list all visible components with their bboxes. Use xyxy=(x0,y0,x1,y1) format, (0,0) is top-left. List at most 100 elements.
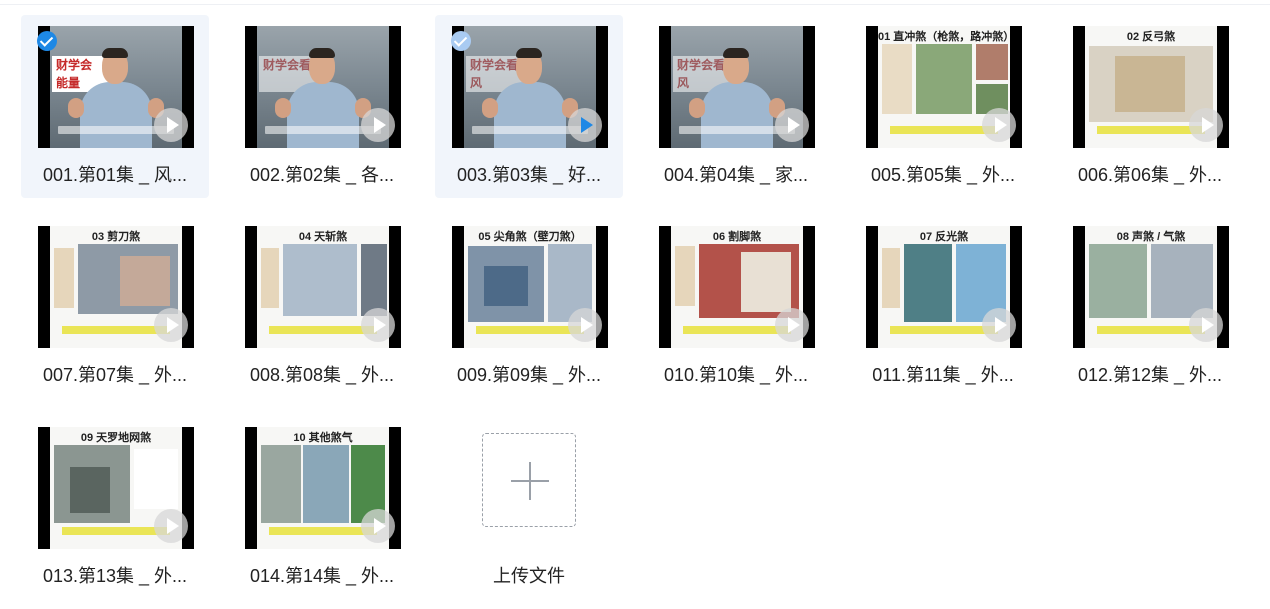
checkbox-checked-icon[interactable] xyxy=(37,31,57,51)
play-icon[interactable] xyxy=(361,308,395,342)
file-tile-8[interactable]: 04 天斩煞 008.第08集 _ 外... xyxy=(228,215,416,398)
presenter-body xyxy=(701,82,773,148)
file-tile-12[interactable]: 08 声煞 / 气煞 012.第12集 _ 外... xyxy=(1056,215,1244,398)
checkbox-checked-icon[interactable] xyxy=(451,31,471,51)
file-name: 014.第14集 _ 外... xyxy=(249,566,395,586)
play-icon[interactable] xyxy=(568,108,602,142)
presenter-hand xyxy=(275,98,291,118)
video-thumbnail[interactable]: 01 直冲煞（枪煞，路冲煞） xyxy=(866,26,1022,148)
presenter-body xyxy=(287,82,359,148)
slide-title: 08 声煞 / 气煞 xyxy=(1116,231,1186,243)
slide-title: 07 反光煞 xyxy=(919,231,969,243)
slide-photo xyxy=(120,256,170,306)
slide-photo xyxy=(283,244,357,316)
file-name: 010.第10集 _ 外... xyxy=(663,365,809,385)
plus-icon-stroke xyxy=(529,462,531,500)
file-tile-11[interactable]: 07 反光煞 011.第11集 _ 外... xyxy=(849,215,1037,398)
slide-photo xyxy=(261,248,279,308)
video-thumbnail[interactable]: 财学会看 xyxy=(245,26,401,148)
slide-photo xyxy=(1089,244,1147,318)
slide-title: 01 直冲煞（枪煞，路冲煞） xyxy=(878,31,1010,43)
file-tile-7[interactable]: 03 剪刀煞 007.第07集 _ 外... xyxy=(21,215,209,398)
video-thumbnail[interactable]: 08 声煞 / 气煞 xyxy=(1073,226,1229,348)
file-tile-4[interactable]: 财学会看风 004.第04集 _ 家... xyxy=(642,15,830,198)
slide-title: 09 天罗地网煞 xyxy=(80,432,152,444)
presenter-hair xyxy=(102,48,128,58)
play-icon[interactable] xyxy=(568,308,602,342)
play-icon[interactable] xyxy=(775,108,809,142)
video-thumbnail[interactable]: 09 天罗地网煞 xyxy=(38,427,194,549)
play-icon[interactable] xyxy=(1189,108,1223,142)
video-thumbnail[interactable]: 02 反弓煞 xyxy=(1073,26,1229,148)
slide-title: 05 尖角煞（壁刀煞） xyxy=(478,231,582,243)
slide-photo xyxy=(1115,56,1185,112)
file-name: 002.第02集 _ 各... xyxy=(249,165,395,185)
slide-photo xyxy=(54,248,74,308)
slide-photo xyxy=(261,445,301,523)
file-tile-1[interactable]: 财学会 能量 001.第01集 _ 风... xyxy=(21,15,209,198)
video-thumbnail[interactable]: 06 割脚煞 xyxy=(659,226,815,348)
presenter-hair xyxy=(309,48,335,58)
play-icon[interactable] xyxy=(775,308,809,342)
slide-title: 04 天斩煞 xyxy=(298,231,348,243)
file-name: 013.第13集 _ 外... xyxy=(42,566,188,586)
play-icon[interactable] xyxy=(1189,308,1223,342)
video-thumbnail[interactable]: 10 其他煞气 xyxy=(245,427,401,549)
video-thumbnail[interactable]: 07 反光煞 xyxy=(866,226,1022,348)
slide-title: 02 反弓煞 xyxy=(1126,31,1176,43)
slide-photo xyxy=(882,44,912,114)
slide-photo xyxy=(303,445,349,523)
file-name: 001.第01集 _ 风... xyxy=(42,165,188,185)
slide-title: 06 割脚煞 xyxy=(712,231,762,243)
slide-title: 10 其他煞气 xyxy=(293,432,353,444)
slide-photo xyxy=(484,266,528,306)
play-icon[interactable] xyxy=(154,308,188,342)
file-tile-10[interactable]: 06 割脚煞 010.第10集 _ 外... xyxy=(642,215,830,398)
play-icon[interactable] xyxy=(154,108,188,142)
slide-photo xyxy=(882,248,900,308)
video-thumbnail[interactable]: 财学会看风 xyxy=(659,26,815,148)
slide-title: 03 剪刀煞 xyxy=(91,231,141,243)
file-name: 012.第12集 _ 外... xyxy=(1077,365,1223,385)
file-name: 008.第08集 _ 外... xyxy=(249,365,395,385)
presenter-body xyxy=(494,82,566,148)
video-thumbnail[interactable]: 财学会 能量 xyxy=(38,26,194,148)
slide-photo xyxy=(904,244,952,322)
slide-photo xyxy=(916,44,972,114)
file-tile-14[interactable]: 10 其他煞气 014.第14集 _ 外... xyxy=(228,416,416,599)
upload-tile[interactable]: 上传文件 xyxy=(435,416,623,599)
play-icon[interactable] xyxy=(154,509,188,543)
file-tile-3[interactable]: 财学会看风 003.第03集 _ 好... xyxy=(435,15,623,198)
file-tile-2[interactable]: 财学会看 002.第02集 _ 各... xyxy=(228,15,416,198)
file-tile-13[interactable]: 09 天罗地网煞 013.第13集 _ 外... xyxy=(21,416,209,599)
file-tile-6[interactable]: 02 反弓煞 006.第06集 _ 外... xyxy=(1056,15,1244,198)
presenter-hand xyxy=(689,98,705,118)
upload-button[interactable] xyxy=(482,433,576,527)
file-tile-9[interactable]: 05 尖角煞（壁刀煞） 009.第09集 _ 外... xyxy=(435,215,623,398)
file-name: 009.第09集 _ 外... xyxy=(456,365,602,385)
play-icon[interactable] xyxy=(982,108,1016,142)
play-icon[interactable] xyxy=(361,509,395,543)
video-thumbnail[interactable]: 05 尖角煞（壁刀煞） xyxy=(452,226,608,348)
slide-photo xyxy=(70,467,110,513)
file-name: 011.第11集 _ 外... xyxy=(872,365,1014,385)
presenter-hand xyxy=(68,98,84,118)
video-thumbnail[interactable]: 03 剪刀煞 xyxy=(38,226,194,348)
video-thumbnail[interactable]: 04 天斩煞 xyxy=(245,226,401,348)
video-thumbnail[interactable]: 财学会看风 xyxy=(452,26,608,148)
slide-photo xyxy=(134,449,178,509)
file-name: 005.第05集 _ 外... xyxy=(870,165,1016,185)
presenter-hair xyxy=(723,48,749,58)
upload-label: 上传文件 xyxy=(493,566,565,586)
play-icon[interactable] xyxy=(982,308,1016,342)
slide-photo xyxy=(1151,244,1213,318)
file-tile-5[interactable]: 01 直冲煞（枪煞，路冲煞） 005.第05集 _ 外... xyxy=(849,15,1037,198)
file-name: 006.第06集 _ 外... xyxy=(1077,165,1223,185)
play-icon[interactable] xyxy=(361,108,395,142)
file-name: 004.第04集 _ 家... xyxy=(663,165,809,185)
slide-photo xyxy=(976,44,1008,80)
slide-photo xyxy=(361,244,387,316)
file-name: 003.第03集 _ 好... xyxy=(456,165,602,185)
presenter-hair xyxy=(516,48,542,58)
slide-photo xyxy=(675,246,695,306)
